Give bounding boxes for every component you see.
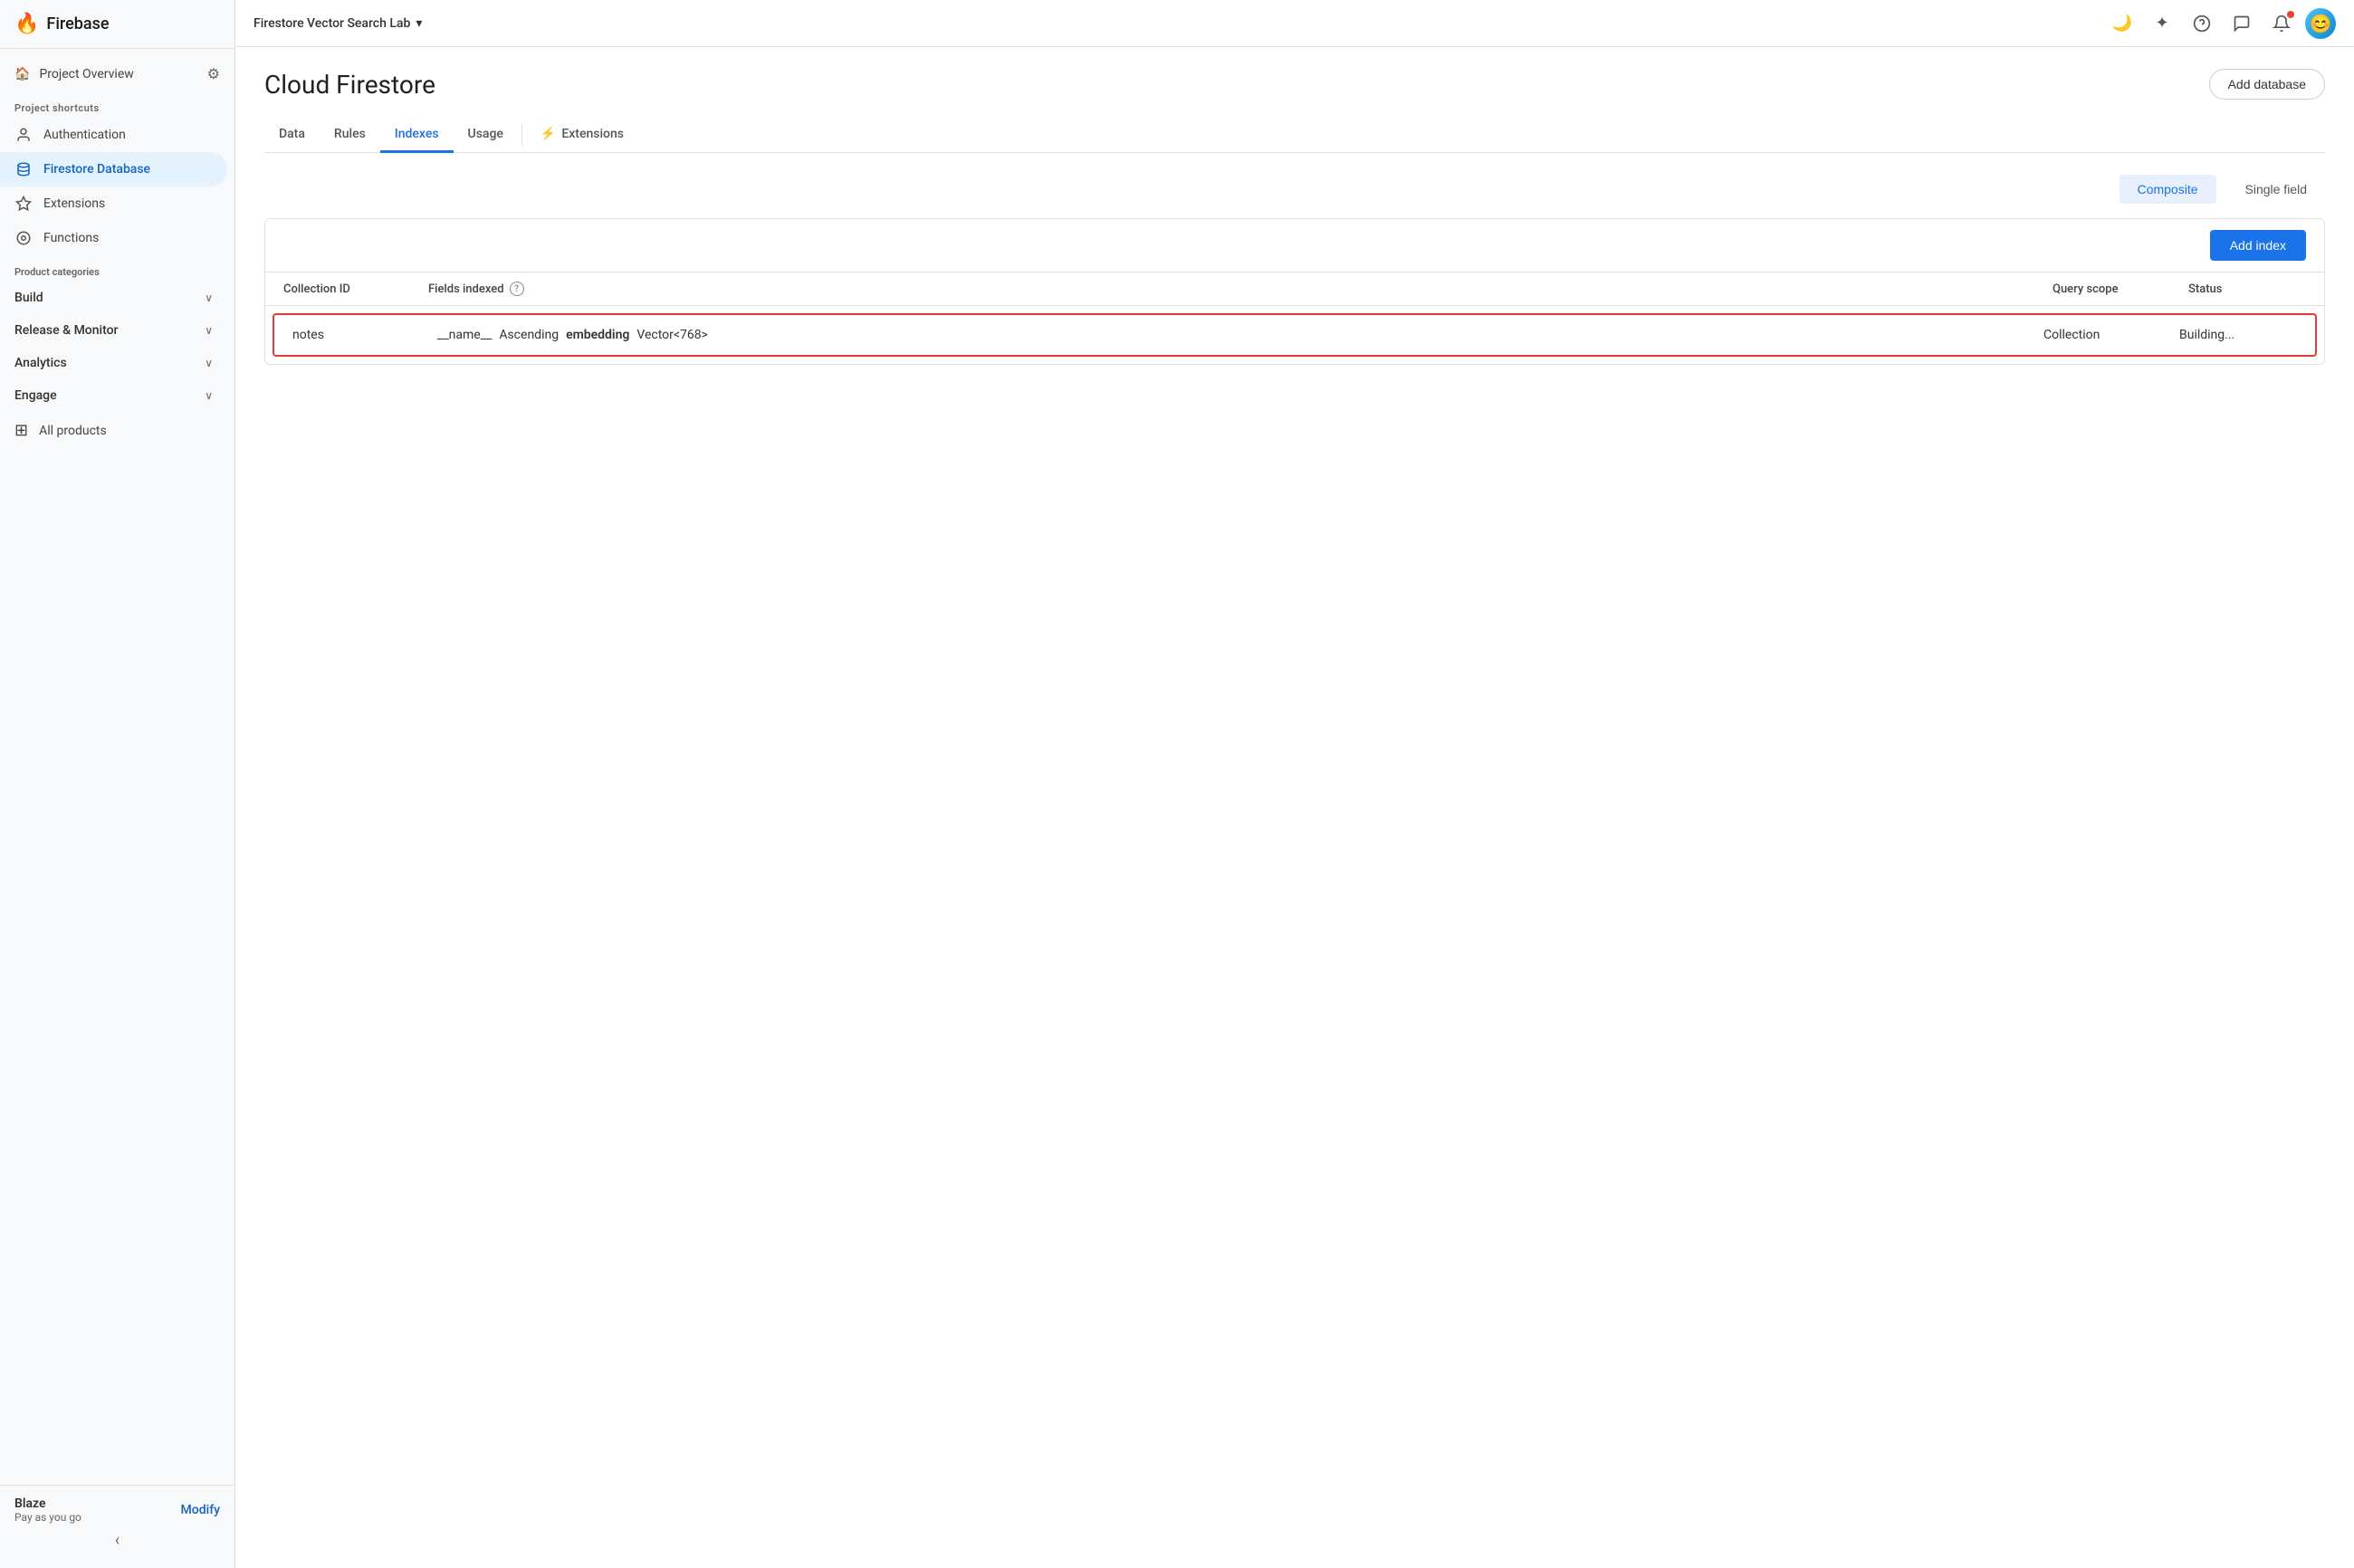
row-query-scope: Collection bbox=[2043, 328, 2179, 342]
product-categories-label: Product categories bbox=[0, 255, 234, 282]
sidebar-item-release-monitor[interactable]: Release & Monitor ∨ bbox=[0, 314, 227, 347]
field-name-icon: __name__ bbox=[437, 328, 492, 342]
index-table-header: Add index bbox=[265, 219, 2324, 272]
row-status: Building... bbox=[2179, 328, 2297, 342]
project-overview-left: 🏠 Project Overview bbox=[14, 67, 134, 81]
release-monitor-chevron-icon: ∨ bbox=[205, 324, 213, 337]
firebase-wordmark: Firebase bbox=[46, 14, 109, 33]
single-field-button[interactable]: Single field bbox=[2227, 175, 2326, 204]
build-label: Build bbox=[14, 291, 43, 305]
functions-icon bbox=[14, 229, 33, 247]
engage-label: Engage bbox=[14, 388, 57, 403]
authentication-label: Authentication bbox=[43, 128, 126, 142]
col-header-fields: Fields indexed ? bbox=[428, 282, 2053, 296]
feedback-button[interactable] bbox=[2225, 7, 2258, 40]
page-header: Cloud Firestore Add database bbox=[264, 69, 2325, 100]
table-row[interactable]: notes __name__ Ascending embedding Vecto… bbox=[273, 313, 2317, 357]
topbar-icons: 🌙 ✦ 😊 bbox=[2106, 7, 2336, 40]
col-header-scope: Query scope bbox=[2053, 282, 2188, 296]
sidebar-collapse-button[interactable]: ‹ bbox=[14, 1524, 220, 1557]
project-selector[interactable]: Firestore Vector Search Lab ▾ bbox=[254, 16, 422, 31]
topbar: Firestore Vector Search Lab ▾ 🌙 ✦ bbox=[235, 0, 2354, 47]
help-button[interactable] bbox=[2186, 7, 2218, 40]
extensions-label: Extensions bbox=[43, 196, 105, 211]
firestore-label: Firestore Database bbox=[43, 162, 150, 177]
sidebar-item-extensions[interactable]: Extensions bbox=[0, 186, 227, 221]
sidebar-item-functions[interactable]: Functions bbox=[0, 221, 227, 255]
functions-label: Functions bbox=[43, 231, 99, 245]
all-products-label: All products bbox=[39, 424, 107, 438]
sidebar-item-analytics[interactable]: Analytics ∨ bbox=[0, 347, 227, 379]
firebase-logo: 🔥 Firebase bbox=[14, 13, 109, 35]
plan-info: Blaze Pay as you go bbox=[14, 1496, 81, 1524]
page-content: Cloud Firestore Add database Data Rules … bbox=[235, 47, 2354, 1568]
index-table: Add index Collection ID Fields indexed ?… bbox=[264, 218, 2325, 365]
sidebar-item-firestore[interactable]: Firestore Database bbox=[0, 152, 227, 186]
project-overview-label: Project Overview bbox=[39, 67, 133, 81]
project-overview-row[interactable]: 🏠 Project Overview ⚙ bbox=[0, 56, 234, 91]
col-header-fields-label: Fields indexed bbox=[428, 282, 504, 296]
dark-mode-button[interactable]: 🌙 bbox=[2106, 7, 2139, 40]
plan-row: Blaze Pay as you go Modify bbox=[14, 1496, 220, 1524]
sidebar-nav: 🏠 Project Overview ⚙ Project shortcuts A… bbox=[0, 49, 234, 1485]
tab-indexes[interactable]: Indexes bbox=[380, 118, 454, 153]
firestore-icon bbox=[14, 160, 33, 178]
composite-button[interactable]: Composite bbox=[2120, 175, 2216, 204]
home-icon: 🏠 bbox=[14, 67, 30, 81]
avatar-image: 😊 bbox=[2310, 13, 2332, 34]
sidebar: 🔥 Firebase 🏠 Project Overview ⚙ Project … bbox=[0, 0, 235, 1568]
tab-extensions-bolt-icon: ⚡ bbox=[541, 127, 556, 141]
sidebar-item-all-products[interactable]: ⊞ All products bbox=[0, 412, 234, 449]
sidebar-footer: Blaze Pay as you go Modify ‹ bbox=[0, 1485, 234, 1568]
project-selector-dropdown-icon: ▾ bbox=[416, 16, 422, 31]
tab-rules[interactable]: Rules bbox=[320, 118, 380, 153]
all-products-grid-icon: ⊞ bbox=[14, 421, 28, 440]
add-index-button[interactable]: Add index bbox=[2210, 230, 2306, 261]
col-header-collection: Collection ID bbox=[283, 282, 428, 296]
build-chevron-icon: ∨ bbox=[205, 292, 213, 304]
notifications-button[interactable] bbox=[2265, 7, 2298, 40]
table-columns: Collection ID Fields indexed ? Query sco… bbox=[265, 272, 2324, 306]
tab-extensions[interactable]: ⚡ Extensions bbox=[526, 118, 638, 153]
authentication-icon bbox=[14, 126, 33, 144]
gemini-icon-button[interactable]: ✦ bbox=[2146, 7, 2178, 40]
sidebar-item-authentication[interactable]: Authentication bbox=[0, 118, 227, 152]
field-vector: Vector<768> bbox=[636, 328, 708, 342]
modify-plan-link[interactable]: Modify bbox=[181, 1503, 220, 1517]
extensions-icon bbox=[14, 195, 33, 213]
page-title: Cloud Firestore bbox=[264, 70, 435, 100]
fields-help-icon[interactable]: ? bbox=[510, 282, 524, 296]
field-embedding: embedding bbox=[566, 328, 629, 342]
index-controls: Composite Single field bbox=[264, 175, 2325, 204]
settings-icon[interactable]: ⚙ bbox=[207, 65, 220, 82]
plan-name: Blaze bbox=[14, 1496, 81, 1511]
tab-extensions-label: Extensions bbox=[561, 127, 624, 141]
firebase-flame-icon: 🔥 bbox=[14, 13, 39, 35]
project-shortcuts-label: Project shortcuts bbox=[0, 91, 234, 118]
tab-usage[interactable]: Usage bbox=[454, 118, 518, 153]
row-collection-id: notes bbox=[292, 328, 437, 342]
engage-chevron-icon: ∨ bbox=[205, 389, 213, 402]
field-ascending: Ascending bbox=[499, 328, 559, 342]
sidebar-item-engage[interactable]: Engage ∨ bbox=[0, 379, 227, 412]
tab-data[interactable]: Data bbox=[264, 118, 320, 153]
add-database-button[interactable]: Add database bbox=[2209, 69, 2325, 100]
release-monitor-label: Release & Monitor bbox=[14, 323, 119, 338]
user-avatar[interactable]: 😊 bbox=[2305, 8, 2336, 39]
notification-badge bbox=[2287, 11, 2294, 18]
main-content: Firestore Vector Search Lab ▾ 🌙 ✦ bbox=[235, 0, 2354, 1568]
project-name: Firestore Vector Search Lab bbox=[254, 16, 410, 31]
row-fields: __name__ Ascending embedding Vector<768> bbox=[437, 328, 2043, 342]
analytics-chevron-icon: ∨ bbox=[205, 357, 213, 369]
tabs: Data Rules Indexes Usage ⚡ Extensions bbox=[264, 118, 2325, 153]
analytics-label: Analytics bbox=[14, 356, 67, 370]
plan-sub: Pay as you go bbox=[14, 1511, 81, 1524]
sidebar-header: 🔥 Firebase bbox=[0, 0, 234, 49]
sidebar-item-build[interactable]: Build ∨ bbox=[0, 282, 227, 314]
col-header-status: Status bbox=[2188, 282, 2306, 296]
